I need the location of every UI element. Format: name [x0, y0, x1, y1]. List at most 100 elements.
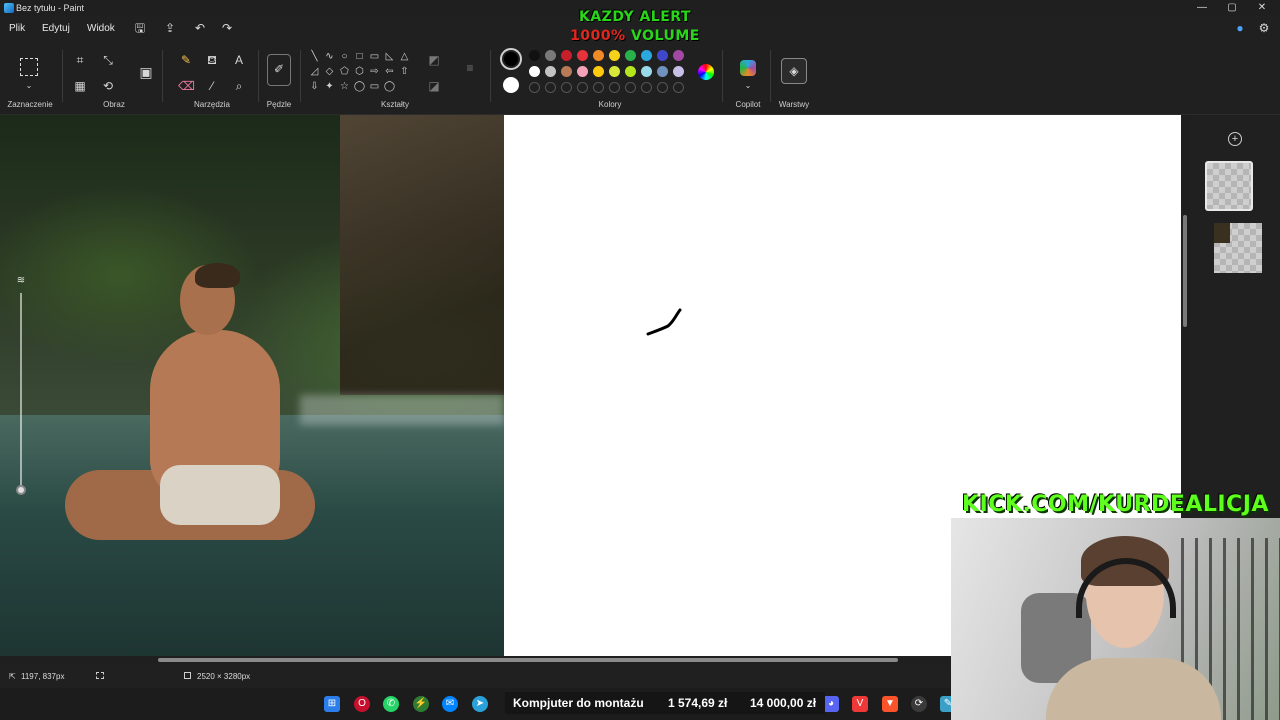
shape-diamond[interactable]: ◇: [323, 65, 336, 78]
shape-curve[interactable]: ∿: [323, 50, 336, 63]
color-swatch[interactable]: [609, 66, 620, 77]
windows-start-icon[interactable]: ⊞: [324, 696, 340, 712]
text-icon[interactable]: A: [231, 52, 247, 68]
menu-edit[interactable]: Edytuj: [42, 23, 70, 34]
magnifier-icon[interactable]: ⌕: [231, 78, 247, 94]
shape-right-triangle[interactable]: ◿: [308, 65, 321, 78]
scroll-thumb[interactable]: [1183, 215, 1187, 327]
custom-color-slot[interactable]: [545, 82, 556, 93]
color-swatch[interactable]: [561, 66, 572, 77]
color-swatch[interactable]: [609, 50, 620, 61]
chevron-down-icon[interactable]: ⌄: [21, 78, 37, 94]
brushes-button[interactable]: ✐: [267, 54, 291, 86]
share-icon[interactable]: ⇪: [163, 21, 177, 35]
shape-callout-rect[interactable]: ▭: [368, 80, 381, 93]
messenger-icon[interactable]: ✉: [442, 696, 458, 712]
custom-color-slot[interactable]: [641, 82, 652, 93]
zoom-knob[interactable]: [16, 485, 26, 495]
color-swatch[interactable]: [545, 50, 556, 61]
minimize-button[interactable]: —: [1192, 1, 1212, 15]
shape-star-five[interactable]: ☆: [338, 80, 351, 93]
shape-triangle[interactable]: △: [398, 50, 411, 63]
crop-icon[interactable]: ⌗: [72, 52, 88, 68]
custom-color-slot[interactable]: [625, 82, 636, 93]
color-swatch[interactable]: [577, 50, 588, 61]
color-swatch[interactable]: [529, 50, 540, 61]
shape-callout-oval[interactable]: ◯: [353, 80, 366, 93]
fill-bucket-icon[interactable]: ⛾: [204, 52, 220, 68]
select-icon[interactable]: [20, 58, 38, 76]
shape-line[interactable]: ╲: [308, 50, 321, 63]
pencil-icon[interactable]: ✎: [178, 52, 194, 68]
shape-arrow-up[interactable]: ⇧: [398, 65, 411, 78]
shape-arrow-down[interactable]: ⇩: [308, 80, 321, 93]
maximize-button[interactable]: ▢: [1222, 1, 1242, 15]
shape-arrow-left[interactable]: ⇦: [383, 65, 396, 78]
custom-color-slot[interactable]: [577, 82, 588, 93]
zoom-slider[interactable]: ≋: [12, 275, 30, 500]
color-swatch[interactable]: [625, 66, 636, 77]
edit-colors-icon[interactable]: [698, 64, 714, 80]
custom-color-slot[interactable]: [593, 82, 604, 93]
color-swatch[interactable]: [641, 66, 652, 77]
shape-pentagon[interactable]: ⬠: [338, 65, 351, 78]
chevron-down-icon[interactable]: ⌄: [740, 78, 756, 94]
color-swatch[interactable]: [561, 50, 572, 61]
shape-callout-cloud[interactable]: ◯: [383, 80, 396, 93]
color-swatch[interactable]: [657, 50, 668, 61]
custom-color-slot[interactable]: [673, 82, 684, 93]
shape-outline-icon[interactable]: ◩: [426, 52, 442, 68]
close-button[interactable]: ✕: [1252, 1, 1272, 15]
discord-icon[interactable]: ◕: [823, 696, 839, 712]
image-background-icon[interactable]: ▣: [138, 64, 154, 80]
app-icon[interactable]: ⟳: [911, 696, 927, 712]
photo-layer[interactable]: [0, 115, 504, 656]
menu-view[interactable]: Widok: [87, 23, 115, 34]
select-all-icon[interactable]: ▦: [72, 78, 88, 94]
whatsapp-icon[interactable]: ✆: [383, 696, 399, 712]
layers-button[interactable]: ◈: [781, 58, 807, 84]
shape-polygon[interactable]: ◺: [383, 50, 396, 63]
shape-rounded-rect[interactable]: ▭: [368, 50, 381, 63]
shape-oval[interactable]: ○: [338, 50, 351, 63]
color-swatch[interactable]: [625, 50, 636, 61]
redo-icon[interactable]: ↷: [220, 21, 234, 35]
layer-thumbnail-active[interactable]: [1205, 161, 1253, 211]
scroll-thumb[interactable]: [158, 658, 898, 662]
color-swatch[interactable]: [593, 50, 604, 61]
layer-thumbnail[interactable]: [1214, 223, 1262, 273]
menu-file[interactable]: Plik: [9, 23, 25, 34]
color-swatch[interactable]: [593, 66, 604, 77]
rotate-icon[interactable]: ⟲: [100, 78, 116, 94]
eraser-icon[interactable]: ⌫: [178, 78, 195, 94]
custom-color-slot[interactable]: [529, 82, 540, 93]
color-swatch[interactable]: [577, 66, 588, 77]
brave-icon[interactable]: ▼: [882, 696, 898, 712]
settings-gear-icon[interactable]: ⚙: [1257, 21, 1271, 35]
resize-icon[interactable]: ⤡: [100, 52, 116, 68]
shape-rectangle[interactable]: □: [353, 50, 366, 63]
account-icon[interactable]: ●: [1233, 21, 1247, 35]
color-picker-icon[interactable]: ⁄: [204, 78, 220, 94]
telegram-icon[interactable]: ➤: [472, 696, 488, 712]
shape-fill-icon[interactable]: ◪: [426, 78, 442, 94]
shape-arrow-right[interactable]: ⇨: [368, 65, 381, 78]
line-width-icon[interactable]: ≡: [462, 60, 478, 76]
custom-color-slot[interactable]: [657, 82, 668, 93]
custom-color-slot[interactable]: [609, 82, 620, 93]
color-swatch[interactable]: [545, 66, 556, 77]
primary-color-swatch[interactable]: [500, 48, 522, 70]
undo-icon[interactable]: ↶: [193, 21, 207, 35]
color-swatch[interactable]: [641, 50, 652, 61]
opera-icon[interactable]: O: [354, 696, 370, 712]
color-swatch[interactable]: [673, 66, 684, 77]
shape-hexagon[interactable]: ⬡: [353, 65, 366, 78]
secondary-color-swatch[interactable]: [503, 77, 519, 93]
color-swatch[interactable]: [657, 66, 668, 77]
custom-color-slot[interactable]: [561, 82, 572, 93]
save-icon[interactable]: 🖫: [133, 21, 147, 35]
color-swatch[interactable]: [529, 66, 540, 77]
shape-star-four[interactable]: ✦: [323, 80, 336, 93]
vivaldi-icon[interactable]: V: [852, 696, 868, 712]
add-layer-icon[interactable]: +: [1228, 132, 1242, 146]
